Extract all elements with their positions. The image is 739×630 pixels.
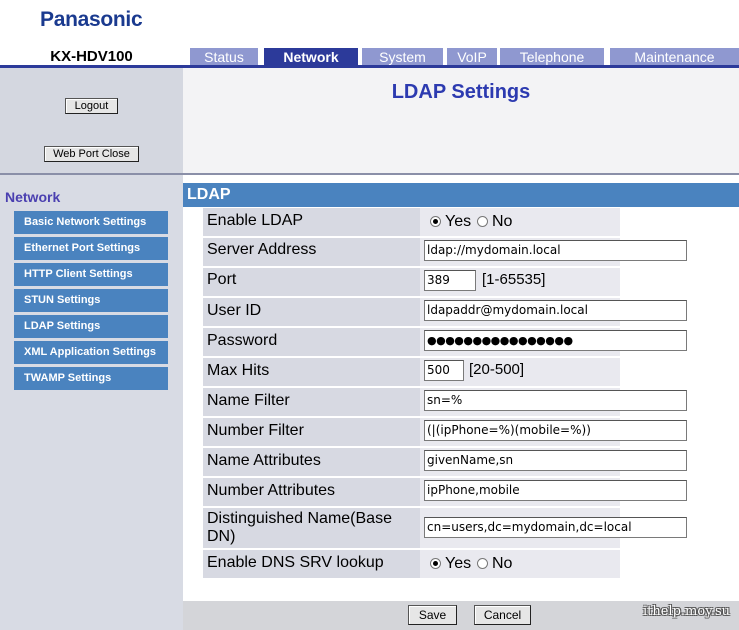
cell-base-dn: cn=users,dc=mydomain,dc=local [420, 508, 687, 550]
row-label-name-filter: Name Filter [203, 388, 420, 418]
cell-name-filter: sn=% [420, 388, 687, 418]
label-number-attributes: Number Attributes [207, 482, 336, 499]
title-divider [183, 173, 739, 175]
sidebar-heading: Network [5, 189, 61, 205]
cell-max-hits: 500 [20-500] [420, 358, 620, 388]
name-attributes-input[interactable]: givenName,sn [424, 450, 687, 471]
row-label-dns-srv: Enable DNS SRV lookup [203, 550, 420, 578]
sidebar-item-http-client[interactable]: HTTP Client Settings [14, 263, 168, 286]
label-number-filter: Number Filter [207, 422, 304, 439]
cell-dns-srv: Yes No [420, 550, 620, 578]
enable-ldap-no-radio[interactable] [477, 216, 488, 227]
cell-enable-ldap: Yes No [420, 208, 620, 238]
cancel-button[interactable]: Cancel [474, 605, 531, 625]
enable-ldap-yes-radio[interactable] [430, 216, 441, 227]
sidebar-top-panel: Logout Web Port Close [0, 68, 183, 173]
web-port-close-button[interactable]: Web Port Close [44, 146, 139, 162]
logout-button[interactable]: Logout [65, 98, 118, 114]
label-server-address: Server Address [207, 241, 317, 258]
label-base-dn: Distinguished Name(Base DN) [207, 510, 392, 545]
label-enable-ldap: Enable LDAP [207, 212, 304, 229]
cell-number-attributes: ipPhone,mobile [420, 478, 687, 508]
row-label-server-address: Server Address [203, 238, 420, 268]
label-name-filter: Name Filter [207, 392, 290, 409]
page-title: LDAP Settings [391, 81, 531, 103]
row-label-number-attributes: Number Attributes [203, 478, 420, 508]
save-button[interactable]: Save [408, 605, 457, 625]
sidebar-item-basic-network[interactable]: Basic Network Settings [14, 211, 168, 234]
row-label-number-filter: Number Filter [203, 418, 420, 448]
tab-telephone[interactable]: Telephone [500, 48, 604, 66]
sidebar-item-twamp[interactable]: TWAMP Settings [14, 367, 168, 390]
number-filter-input[interactable]: (|(ipPhone=%)(mobile=%)) [424, 420, 687, 441]
dns-srv-yes-label: Yes [445, 555, 472, 572]
cell-number-filter: (|(ipPhone=%)(mobile=%)) [420, 418, 687, 448]
sidebar: Logout Web Port Close Network Basic Netw… [0, 68, 183, 630]
row-label-user-id: User ID [203, 298, 420, 328]
cell-name-attributes: givenName,sn [420, 448, 687, 478]
sidebar-item-stun[interactable]: STUN Settings [14, 289, 168, 312]
user-id-input[interactable]: ldapaddr@mydomain.local [424, 300, 687, 321]
row-label-password: Password [203, 328, 420, 358]
password-input[interactable]: ●●●●●●●●●●●●●●●● [424, 330, 687, 351]
cell-password: ●●●●●●●●●●●●●●●● [420, 328, 687, 358]
max-hits-input[interactable]: 500 [424, 360, 464, 381]
max-hits-range-hint: [20-500] [469, 361, 525, 378]
dns-srv-yes-radio[interactable] [430, 558, 441, 569]
tab-network[interactable]: Network [264, 48, 358, 66]
label-dns-srv: Enable DNS SRV lookup [207, 554, 384, 571]
watermark: ithelp.moy.su [642, 604, 730, 619]
label-name-attributes: Name Attributes [207, 452, 321, 469]
number-attributes-input[interactable]: ipPhone,mobile [424, 480, 687, 501]
port-range-hint: [1-65535] [482, 271, 546, 288]
page: Panasonic KX-HDV100 Status Network Syste… [0, 0, 739, 630]
cell-port: 389 [1-65535] [420, 268, 620, 298]
row-label-base-dn: Distinguished Name(Base DN) [203, 508, 420, 550]
cell-server-address: ldap://mydomain.local [420, 238, 687, 268]
label-port: Port [207, 271, 237, 288]
server-address-input[interactable]: ldap://mydomain.local [424, 240, 687, 261]
tab-status[interactable]: Status [190, 48, 258, 66]
sidebar-item-ldap[interactable]: LDAP Settings [14, 315, 168, 338]
enable-ldap-yes-label: Yes [445, 213, 472, 230]
sidebar-item-xml-application[interactable]: XML Application Settings [14, 341, 168, 364]
tab-system[interactable]: System [362, 48, 443, 66]
dns-srv-no-label: No [492, 555, 513, 572]
row-label-max-hits: Max Hits [203, 358, 420, 388]
label-max-hits: Max Hits [207, 362, 270, 379]
section-header-ldap: LDAP [183, 183, 739, 207]
cell-user-id: ldapaddr@mydomain.local [420, 298, 687, 328]
base-dn-input[interactable]: cn=users,dc=mydomain,dc=local [424, 517, 687, 538]
label-user-id: User ID [207, 302, 262, 319]
tab-maintenance[interactable]: Maintenance [610, 48, 739, 66]
model-name: KX-HDV100 [50, 48, 133, 65]
row-label-name-attributes: Name Attributes [203, 448, 420, 478]
port-input[interactable]: 389 [424, 270, 476, 291]
row-label-port: Port [203, 268, 420, 298]
row-label-enable-ldap: Enable LDAP [203, 208, 420, 238]
sidebar-item-ethernet-port[interactable]: Ethernet Port Settings [14, 237, 168, 260]
dns-srv-no-radio[interactable] [477, 558, 488, 569]
sidebar-divider [0, 173, 183, 175]
panasonic-logo: Panasonic [40, 8, 143, 31]
label-password: Password [207, 332, 278, 349]
name-filter-input[interactable]: sn=% [424, 390, 687, 411]
tab-voip[interactable]: VoIP [447, 48, 497, 66]
enable-ldap-no-label: No [492, 213, 513, 230]
